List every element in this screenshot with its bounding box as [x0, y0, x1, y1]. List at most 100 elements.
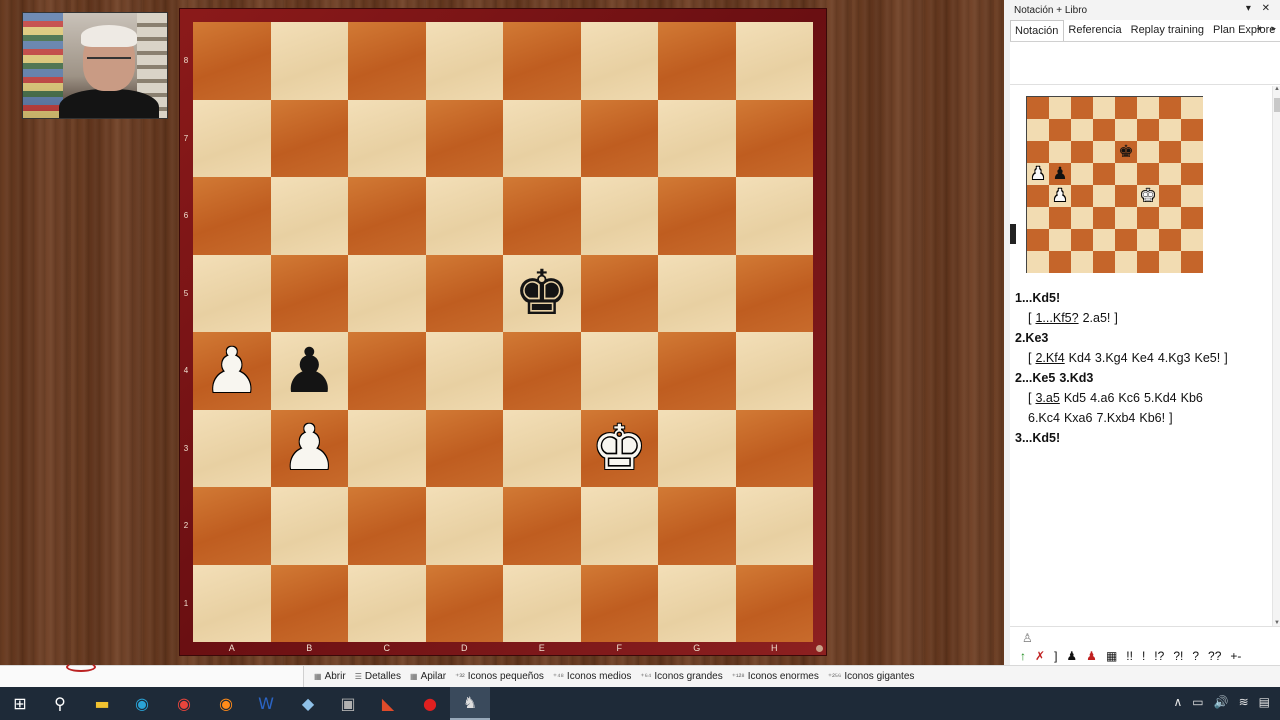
square-c7[interactable]: [348, 99, 426, 177]
square-d4[interactable]: [425, 332, 503, 410]
move-token[interactable]: 1...Kd5!: [1015, 291, 1060, 305]
square-g1[interactable]: [658, 564, 736, 642]
square-b2[interactable]: [270, 487, 348, 565]
move-token[interactable]: Kd4: [1069, 351, 1091, 365]
taskbar-app-blue-icon[interactable]: ◆: [288, 687, 328, 720]
square-e3[interactable]: [503, 409, 581, 487]
taskbar-file-explorer-icon[interactable]: ▬: [82, 687, 122, 720]
square-h8[interactable]: [735, 22, 813, 100]
annotation-symbol-button[interactable]: ✗: [1035, 649, 1045, 663]
square-f5[interactable]: [580, 254, 658, 332]
square-d7[interactable]: [425, 99, 503, 177]
annotation-symbol-button[interactable]: ↑: [1020, 649, 1026, 663]
square-g8[interactable]: [658, 22, 736, 100]
tray-icon[interactable]: ∧: [1174, 695, 1183, 709]
move-token[interactable]: 1...Kf5?: [1035, 311, 1078, 325]
black-pawn-icon[interactable]: ♟: [281, 339, 337, 402]
explorer-view-option[interactable]: ☰ Detalles: [355, 671, 401, 682]
move-token[interactable]: ]: [1114, 311, 1117, 325]
move-token[interactable]: Kd5: [1064, 391, 1086, 405]
square-d5[interactable]: [425, 254, 503, 332]
taskbar-edge-icon[interactable]: ◉: [122, 687, 162, 720]
annotation-symbol-button[interactable]: ]: [1054, 649, 1057, 663]
white-pawn-icon[interactable]: ♟: [204, 339, 260, 402]
explorer-view-option[interactable]: ▦ Apilar: [410, 671, 446, 682]
annotation-symbol-button[interactable]: ??: [1208, 649, 1221, 663]
move-token[interactable]: Kb6: [1181, 391, 1203, 405]
explorer-view-option[interactable]: ⁺²⁵⁶ Iconos gigantes: [828, 671, 915, 682]
square-e2[interactable]: [503, 487, 581, 565]
move-token[interactable]: [: [1028, 351, 1031, 365]
square-d1[interactable]: [425, 564, 503, 642]
panel-resize-handle[interactable]: [1010, 224, 1016, 244]
pane-divider[interactable]: [1010, 84, 1280, 85]
tab-referencia[interactable]: Referencia: [1064, 20, 1126, 41]
move-token[interactable]: 2.a5!: [1083, 311, 1111, 325]
annotation-symbol-button[interactable]: ♟: [1066, 649, 1077, 663]
explorer-view-option[interactable]: ▦ Abrir: [314, 671, 346, 682]
explorer-view-option[interactable]: ⁺⁴⁸ Iconos medios: [553, 671, 632, 682]
square-h2[interactable]: [735, 487, 813, 565]
annotation-symbol-button[interactable]: !?: [1154, 649, 1164, 663]
square-h5[interactable]: [735, 254, 813, 332]
square-b7[interactable]: [270, 99, 348, 177]
tab-notaci-n[interactable]: Notación: [1010, 20, 1065, 41]
move-token[interactable]: 3.Kd3: [1059, 371, 1093, 385]
tray-icon[interactable]: ▭: [1192, 695, 1203, 709]
black-king-icon[interactable]: ♚: [514, 262, 570, 324]
move-token[interactable]: 5.Kd4: [1144, 391, 1177, 405]
taskbar-firefox-icon[interactable]: ◉: [206, 687, 246, 720]
square-f1[interactable]: [580, 564, 658, 642]
move-token[interactable]: 2...Ke5: [1015, 371, 1055, 385]
square-g7[interactable]: [658, 99, 736, 177]
chess-board[interactable]: ♚ ♟ ♟ ♟ ♚: [193, 22, 813, 642]
move-token[interactable]: 6.Kc4: [1028, 411, 1060, 425]
square-h4[interactable]: [735, 332, 813, 410]
move-token[interactable]: ]: [1224, 351, 1227, 365]
square-c6[interactable]: [348, 177, 426, 255]
square-h6[interactable]: [735, 177, 813, 255]
scroll-thumb[interactable]: [1274, 98, 1280, 112]
move-token[interactable]: [: [1028, 311, 1031, 325]
square-c2[interactable]: [348, 487, 426, 565]
tray-icon[interactable]: ≋: [1239, 695, 1249, 709]
square-c5[interactable]: [348, 254, 426, 332]
annotation-symbol-button[interactable]: !!: [1126, 649, 1133, 663]
square-c3[interactable]: [348, 409, 426, 487]
taskbar-start-icon[interactable]: ⊞: [0, 687, 40, 720]
tab-scroll-arrows[interactable]: ◂ ▸: [1256, 23, 1280, 34]
square-h3[interactable]: [735, 409, 813, 487]
square-f8[interactable]: [580, 22, 658, 100]
square-a7[interactable]: [193, 99, 271, 177]
annotation-symbol-button[interactable]: ▦: [1106, 649, 1117, 663]
square-f4[interactable]: [580, 332, 658, 410]
square-a6[interactable]: [193, 177, 271, 255]
square-b6[interactable]: [270, 177, 348, 255]
square-c8[interactable]: [348, 22, 426, 100]
square-b8[interactable]: [270, 22, 348, 100]
taskbar-app-gray-icon[interactable]: ▣: [328, 687, 368, 720]
square-b4[interactable]: ♟: [270, 332, 348, 410]
square-b1[interactable]: [270, 564, 348, 642]
square-h1[interactable]: [735, 564, 813, 642]
square-d6[interactable]: [425, 177, 503, 255]
square-d3[interactable]: [425, 409, 503, 487]
square-d2[interactable]: [425, 487, 503, 565]
square-g2[interactable]: [658, 487, 736, 565]
square-g5[interactable]: [658, 254, 736, 332]
square-e4[interactable]: [503, 332, 581, 410]
annotation-symbol-button[interactable]: ♟: [1086, 649, 1097, 663]
taskbar-search-icon[interactable]: ⚲: [40, 687, 80, 720]
square-c1[interactable]: [348, 564, 426, 642]
square-d8[interactable]: [425, 22, 503, 100]
move-token[interactable]: 4.Kg3: [1158, 351, 1191, 365]
move-token[interactable]: ]: [1169, 411, 1172, 425]
taskbar-chrome-icon[interactable]: ◉: [164, 687, 204, 720]
tray-icon[interactable]: ▤: [1259, 695, 1270, 709]
square-a5[interactable]: [193, 254, 271, 332]
explorer-view-option[interactable]: ⁺⁶⁴ Iconos grandes: [640, 671, 722, 682]
move-token[interactable]: 2.Kf4: [1035, 351, 1064, 365]
taskbar-app-red-icon[interactable]: ◣: [368, 687, 408, 720]
square-g6[interactable]: [658, 177, 736, 255]
square-a8[interactable]: [193, 22, 271, 100]
